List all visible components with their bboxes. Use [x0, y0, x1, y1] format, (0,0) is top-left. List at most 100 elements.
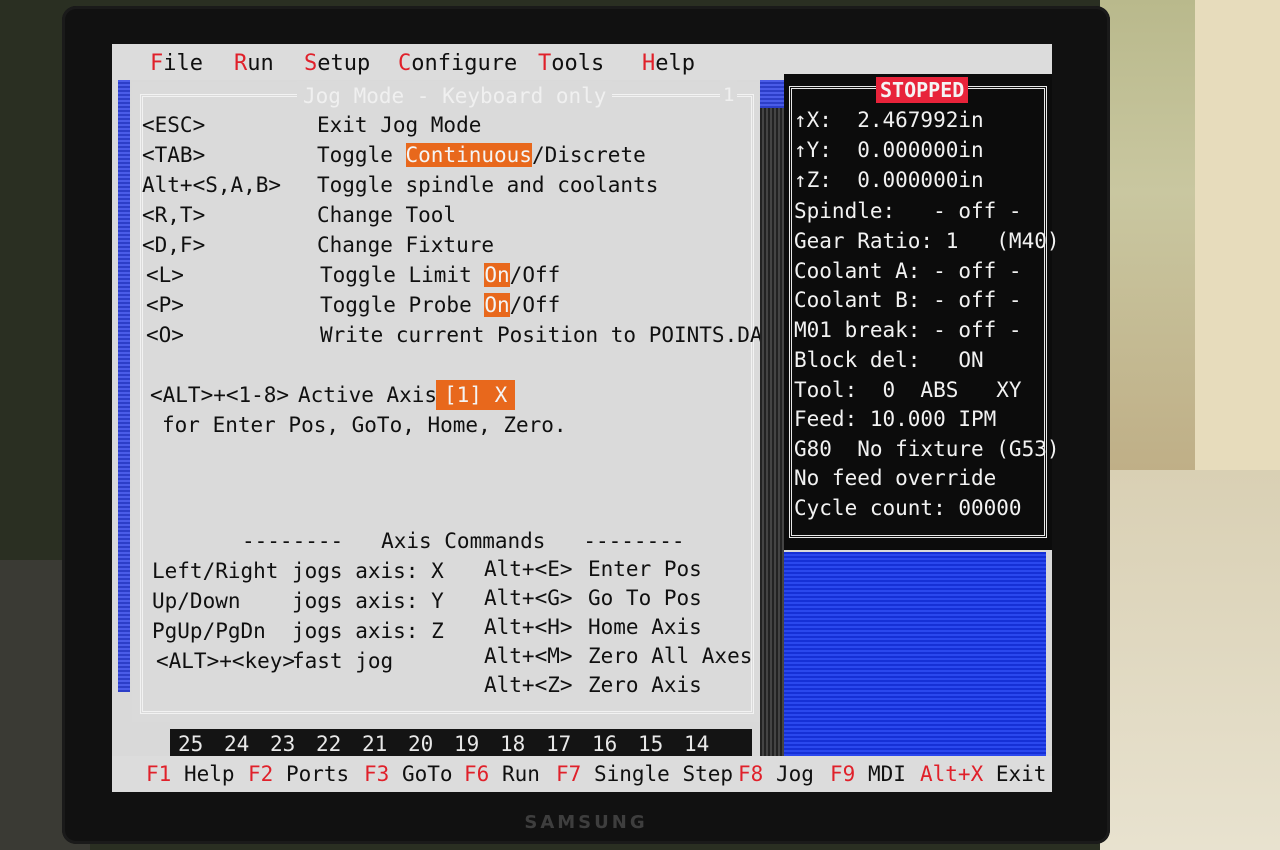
axis-right-desc-1: Go To Pos — [588, 586, 702, 610]
axis-left-desc-1: jogs axis: Y — [292, 589, 444, 613]
fkey-ports-label: Ports — [285, 762, 350, 786]
fkey-mdi[interactable]: F9 MDI — [830, 759, 906, 789]
fkey-run-label: Run — [501, 762, 540, 786]
fkey-jog-label: Jog — [775, 762, 814, 786]
pin-24: 24 — [224, 732, 250, 756]
fkey-goto[interactable]: F3 GoTo — [364, 759, 453, 789]
menu-tools-label: ools — [551, 51, 605, 76]
jog-desc-l-post: /Off — [509, 263, 561, 287]
fkey-mdi-label: MDI — [867, 762, 906, 786]
pin-18: 18 — [500, 732, 526, 756]
active-axis-value[interactable]: [1] X — [436, 380, 516, 410]
jog-desc-o: Write current Position to POINTS.DAT — [320, 323, 776, 347]
status-block-delete: Block del: ON — [794, 348, 984, 372]
left-scroll-strip — [118, 80, 130, 692]
axis-left-desc-0: jogs axis: X — [292, 559, 444, 583]
jog-key-alt-sab: Alt+<S,A,B> — [142, 173, 282, 197]
fkey-jog[interactable]: F8 Jog — [738, 759, 814, 789]
menu-help-label: elp — [655, 51, 695, 76]
fkey-exit[interactable]: Alt+X Exit — [920, 759, 1046, 789]
background-shelf — [1195, 0, 1280, 470]
jog-desc-p-pre: Toggle Probe — [320, 293, 485, 317]
pin-19: 19 — [454, 732, 480, 756]
jog-key-esc: <ESC> — [142, 113, 206, 137]
jog-desc-tab: Toggle Continuous/Discrete — [317, 140, 646, 170]
menu-help-hotkey: H — [642, 51, 656, 76]
continuous-highlight: Continuous — [405, 143, 532, 167]
cnc-screen: File Run Setup Configure Tools Help Jog … — [112, 44, 1060, 792]
machine-state-badge: STOPPED — [876, 77, 969, 103]
pin-21: 21 — [362, 732, 388, 756]
jog-desc-tab-post: /Discrete — [531, 143, 646, 167]
axis-right-key-4: Alt+<Z> — [484, 673, 573, 697]
fkey-goto-label: GoTo — [401, 762, 453, 786]
axis-right-key-2: Alt+<H> — [484, 615, 573, 639]
axis-right-desc-0: Enter Pos — [588, 557, 702, 581]
background-desk — [1100, 470, 1280, 850]
fkey-single-step[interactable]: F7 Single Step — [556, 759, 733, 789]
axis-left-key-3: <ALT>+<key> — [156, 649, 296, 673]
axis-left-key-2: PgUp/PgDn — [152, 619, 266, 643]
jog-key-o: <O> — [146, 323, 184, 347]
jog-key-rt: <R,T> — [142, 203, 206, 227]
active-axis-label: Active Axis — [298, 383, 438, 407]
menu-file[interactable]: File — [150, 49, 203, 79]
axis-right-key-0: Alt+<E> — [484, 557, 573, 581]
axis-right-desc-2: Home Axis — [588, 615, 702, 639]
fkey-help-key: F1 — [146, 762, 172, 786]
fkey-exit-label: Exit — [995, 762, 1047, 786]
limit-on-highlight: On — [484, 263, 510, 287]
pin-status-bar: 25 24 23 22 21 20 19 18 17 16 15 14 — [170, 729, 752, 759]
fkey-ports-key: F2 — [248, 762, 274, 786]
jog-key-l: <L> — [146, 263, 184, 287]
menu-run-hotkey: R — [234, 51, 248, 76]
monitor-brand: SAMSUNG — [524, 812, 648, 833]
jog-desc-l: Toggle Limit On/Off — [320, 260, 560, 290]
status-y-position: ↑Y: 0.000000in — [794, 138, 984, 162]
pin-15: 15 — [638, 732, 664, 756]
menu-file-label: ile — [163, 51, 203, 76]
menu-help[interactable]: Help — [642, 49, 695, 79]
menu-setup[interactable]: Setup — [304, 49, 370, 79]
menu-configure[interactable]: Configure — [398, 49, 517, 79]
menu-setup-hotkey: S — [304, 51, 318, 76]
fkey-mdi-key: F9 — [830, 762, 856, 786]
pin-25: 25 — [178, 732, 204, 756]
fkey-exit-key: Alt+X — [920, 762, 984, 786]
axis-right-key-3: Alt+<M> — [484, 644, 573, 668]
blue-display-area — [784, 552, 1046, 758]
pin-20: 20 — [408, 732, 434, 756]
axis-left-key-1: Up/Down — [152, 589, 241, 613]
axis-left-desc-2: jogs axis: Z — [292, 619, 444, 643]
status-m01-break: M01 break: - off - — [794, 318, 1022, 342]
pin-16: 16 — [592, 732, 618, 756]
jog-desc-esc: Exit Jog Mode — [317, 113, 482, 137]
fkey-help-label: Help — [183, 762, 235, 786]
menu-setup-label: etup — [317, 51, 371, 76]
panel-divider — [760, 80, 784, 756]
axis-right-desc-4: Zero Axis — [588, 673, 702, 697]
menu-tools[interactable]: Tools — [538, 49, 604, 79]
fkey-ports[interactable]: F2 Ports — [248, 759, 349, 789]
status-coolant-a: Coolant A: - off - — [794, 259, 1022, 283]
status-cycle-count: Cycle count: 00000 — [794, 496, 1022, 520]
axis-right-key-1: Alt+<G> — [484, 586, 573, 610]
jog-window-title: Jog Mode - Keyboard only — [297, 81, 613, 111]
axis-commands-header: -------- Axis Commands -------- — [242, 529, 685, 553]
status-coolant-b: Coolant B: - off - — [794, 288, 1022, 312]
pin-17: 17 — [546, 732, 572, 756]
jog-key-p: <P> — [146, 293, 184, 317]
jog-desc-p-post: /Off — [509, 293, 561, 317]
function-key-bar: F1 Help F2 Ports F3 GoTo F6 Run F7 Singl… — [112, 756, 1052, 792]
active-axis-key: <ALT>+<1-8> — [150, 383, 290, 407]
jog-desc-tab-pre: Toggle — [317, 143, 406, 167]
status-tool: Tool: 0 ABS XY — [794, 378, 1022, 402]
jog-desc-alt-sab: Toggle spindle and coolants — [317, 173, 659, 197]
axis-right-desc-3: Zero All Axes — [588, 644, 753, 668]
menu-configure-label: onfigure — [411, 51, 518, 76]
jog-key-df: <D,F> — [142, 233, 206, 257]
menu-run[interactable]: Run — [234, 49, 274, 79]
status-x-position: ↑X: 2.467992in — [794, 108, 984, 132]
fkey-help[interactable]: F1 Help — [146, 759, 235, 789]
fkey-run[interactable]: F6 Run — [464, 759, 540, 789]
